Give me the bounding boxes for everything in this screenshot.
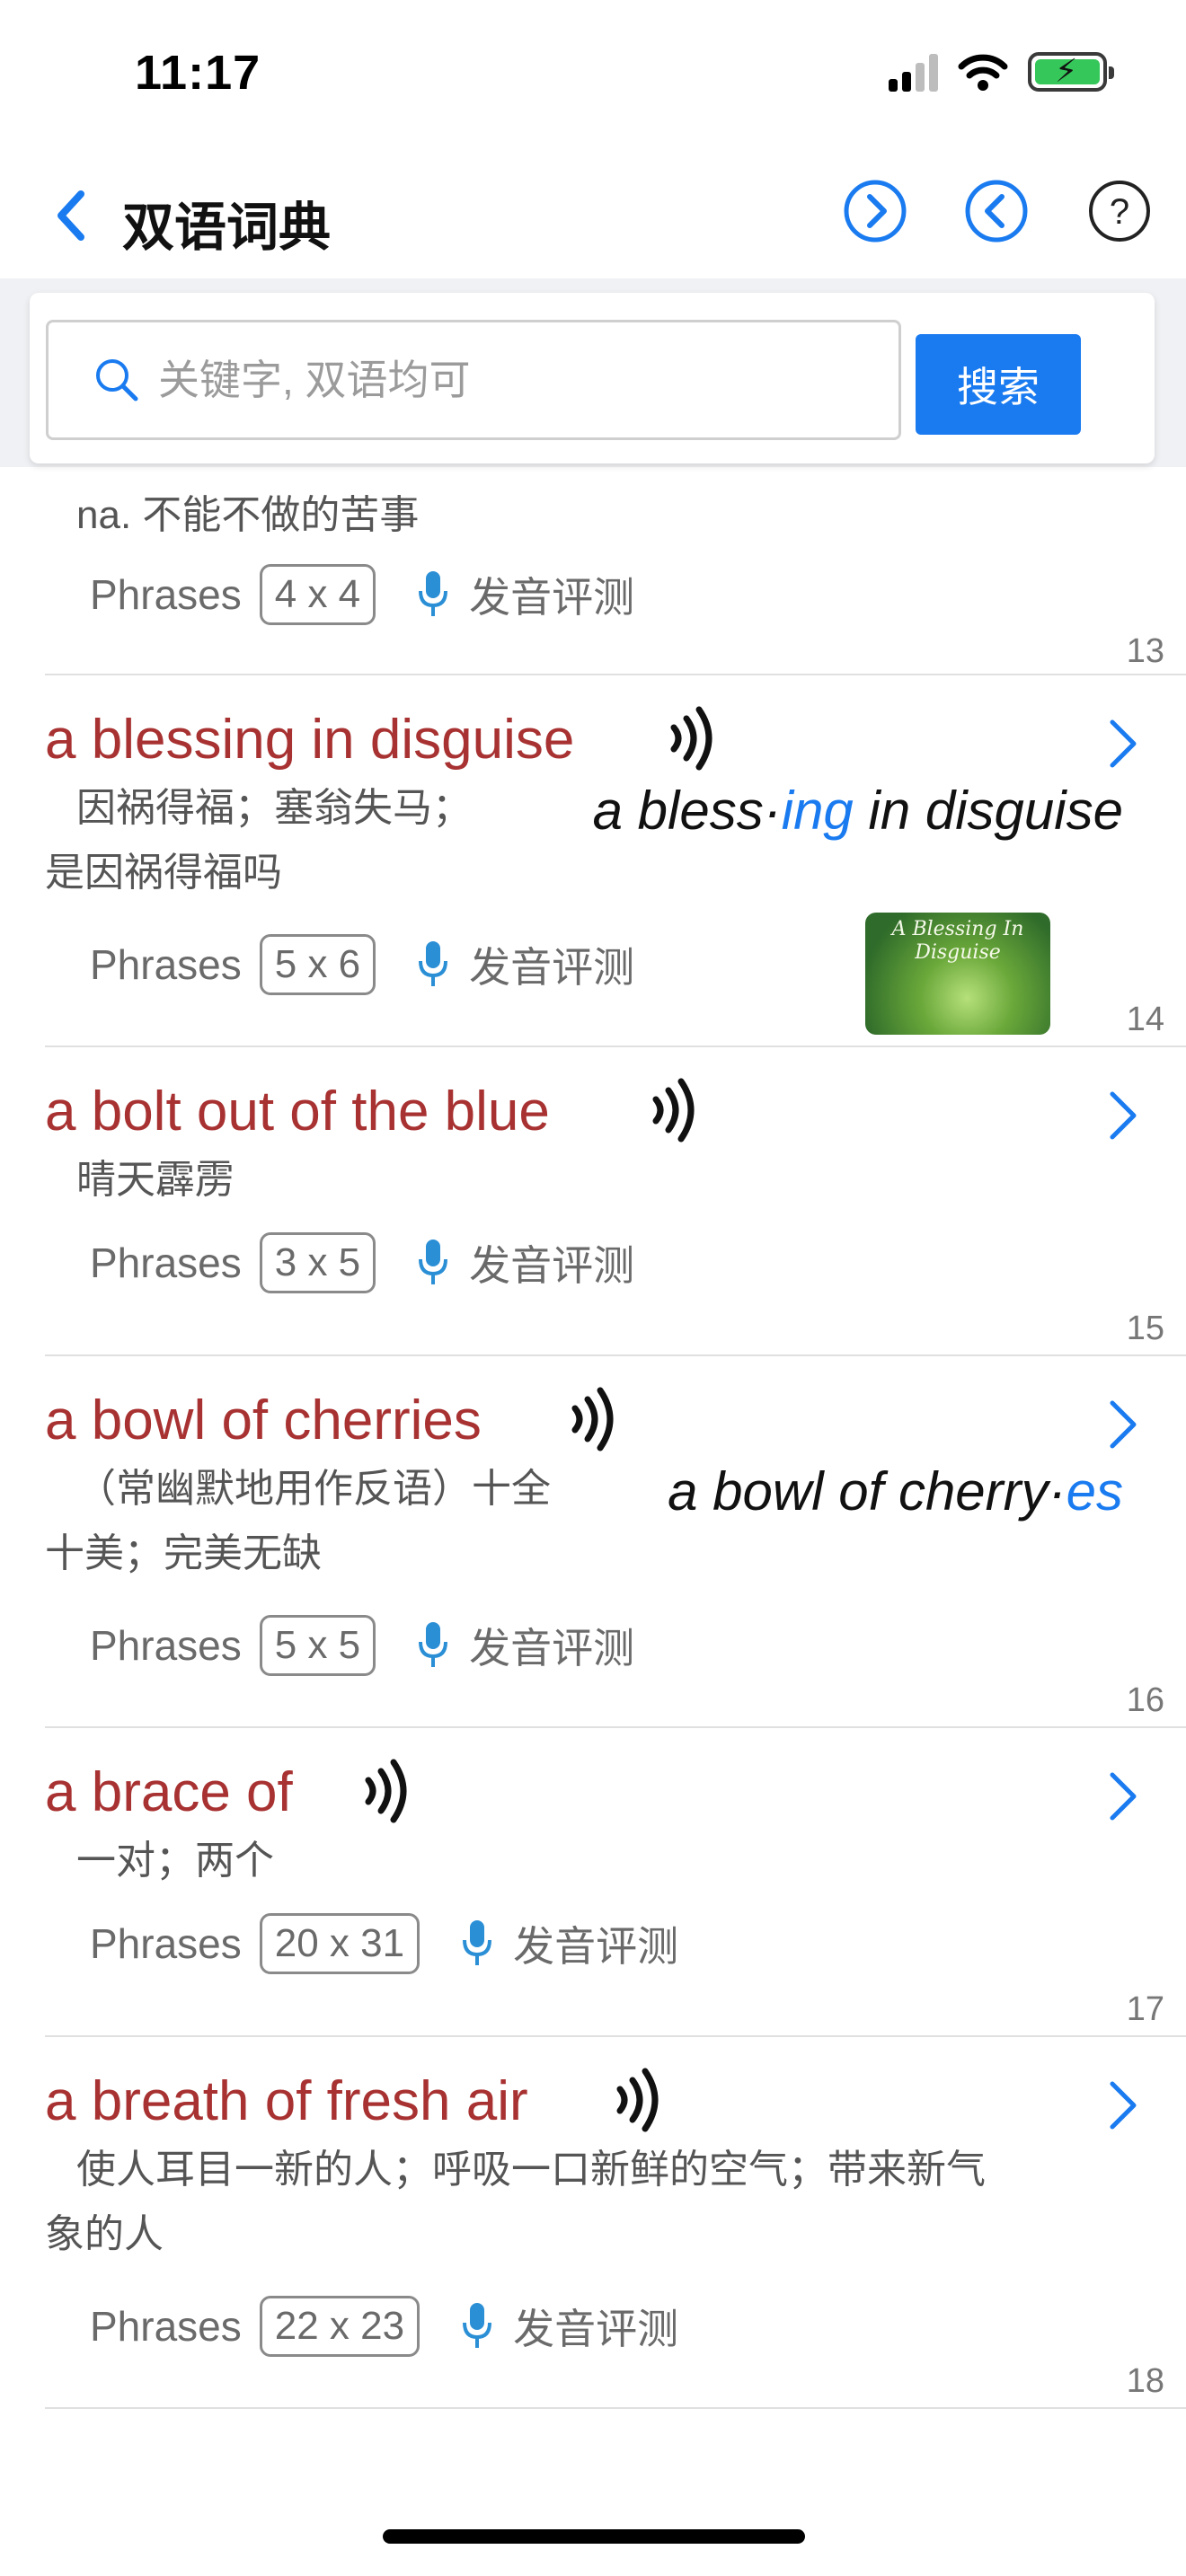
entry-title[interactable]: a breath of fresh air [45, 2069, 528, 2133]
search-icon [96, 359, 138, 401]
search-card: 搜索 [30, 293, 1155, 463]
entry-title[interactable]: a bowl of cherries [45, 1389, 482, 1452]
category-label: Phrases [90, 941, 242, 988]
list-item[interactable]: a bolt out of the blue 晴天霹雳 Phrases 3 x … [45, 1047, 1186, 1356]
entry-meaning-continued: 是因祸得福吗 [45, 851, 282, 895]
search-input[interactable] [158, 356, 877, 404]
size-badge: 5 x 6 [259, 934, 376, 995]
category-label: Phrases [90, 2303, 242, 2350]
category-label: Phrases [90, 1622, 242, 1669]
help-circle-icon[interactable]: ? [1087, 179, 1152, 243]
entry-meaning-continued: 十美；完美无缺 [45, 1531, 322, 1575]
entry-tags: Phrases 5 x 5 发音评测 [90, 1615, 634, 1676]
size-badge: 5 x 5 [259, 1615, 376, 1676]
entry-tags: Phrases 22 x 23 发音评测 [90, 2296, 678, 2357]
entry-meaning: na. 不能不做的苦事 [76, 493, 420, 537]
hyphenation: a bless·ing in disguise [593, 780, 1123, 842]
status-time: 11:17 [135, 46, 261, 100]
size-badge: 3 x 5 [259, 1232, 376, 1293]
entry-tags: Phrases 20 x 31 发音评测 [90, 1913, 678, 1974]
microphone-icon[interactable] [415, 940, 451, 990]
chevron-right-icon[interactable] [1105, 715, 1141, 772]
size-badge: 22 x 23 [259, 2296, 420, 2357]
page-title: 双语词典 [122, 198, 332, 257]
thumbnail-caption: A Blessing In Disguise [891, 918, 1024, 964]
entry-meaning: 一对；两个 [76, 1839, 274, 1883]
category-label: Phrases [90, 1920, 242, 1967]
status-icons: ⚡ [889, 52, 1114, 92]
entry-list[interactable]: na. 不能不做的苦事 Phrases 4 x 4 发音评测 13 a bles… [0, 467, 1186, 2470]
search-field[interactable] [46, 320, 901, 440]
entry-meaning-continued: 象的人 [45, 2212, 164, 2256]
entry-tags: Phrases 4 x 4 发音评测 [90, 564, 634, 625]
size-badge: 20 x 31 [259, 1913, 420, 1974]
cellular-signal-icon [889, 52, 938, 92]
size-badge: 4 x 4 [259, 564, 376, 625]
entry-title[interactable]: a brace of [45, 1760, 293, 1824]
microphone-icon[interactable] [459, 1919, 495, 1969]
microphone-icon[interactable] [459, 2301, 495, 2351]
chevron-left-icon[interactable] [47, 180, 101, 251]
entry-title[interactable]: a bolt out of the blue [45, 1080, 550, 1143]
list-item[interactable]: a bowl of cherries （常幽默地用作反语）十全 十美；完美无缺 … [45, 1356, 1186, 1728]
entry-number: 18 [1126, 2362, 1164, 2400]
entry-number: 17 [1126, 1990, 1164, 2028]
pronunciation-eval-link[interactable]: 发音评测 [469, 565, 634, 624]
search-button[interactable]: 搜索 [916, 334, 1081, 435]
category-label: Phrases [90, 571, 242, 618]
chevron-right-icon[interactable] [1105, 1396, 1141, 1453]
speaker-icon[interactable] [359, 1757, 419, 1825]
entry-thumbnail[interactable]: A Blessing In Disguise [865, 913, 1050, 1035]
microphone-icon[interactable] [415, 1238, 451, 1288]
chevron-right-icon[interactable] [1105, 1768, 1141, 1825]
svg-text:?: ? [1110, 192, 1129, 232]
hyphenation-highlight: es [1066, 1461, 1123, 1522]
microphone-icon[interactable] [415, 569, 451, 620]
home-indicator[interactable] [383, 2529, 805, 2544]
entry-tags: Phrases 3 x 5 发音评测 [90, 1232, 634, 1293]
wifi-icon [958, 54, 1008, 91]
battery-icon: ⚡ [1028, 52, 1114, 92]
list-item[interactable]: a breath of fresh air 使人耳目一新的人；呼吸一口新鲜的空气… [45, 2037, 1186, 2409]
list-item[interactable]: a brace of 一对；两个 Phrases 20 x 31 发音评测 17 [45, 1728, 1186, 2037]
entry-meaning: 使人耳目一新的人；呼吸一口新鲜的空气；带来新气 [76, 2148, 986, 2192]
hyphenation-part: a bowl of cherry· [668, 1461, 1067, 1522]
circle-chevron-left-icon[interactable] [964, 179, 1029, 243]
speaker-icon[interactable] [611, 2066, 670, 2134]
entry-meaning: 晴天霹雳 [76, 1158, 235, 1202]
pronunciation-eval-link[interactable]: 发音评测 [513, 1914, 678, 1973]
hyphenation-highlight: ing [781, 781, 854, 841]
hyphenation-part: in disguise [853, 781, 1123, 841]
list-item[interactable]: a blessing in disguise 因祸得福；塞翁失马； 是因祸得福吗… [45, 675, 1186, 1047]
list-item[interactable]: na. 不能不做的苦事 Phrases 4 x 4 发音评测 13 [45, 467, 1186, 675]
chevron-right-icon[interactable] [1105, 1087, 1141, 1144]
speaker-icon[interactable] [647, 1076, 706, 1144]
pronunciation-eval-link[interactable]: 发音评测 [469, 1616, 634, 1675]
entry-title[interactable]: a blessing in disguise [45, 708, 574, 772]
entry-number: 16 [1126, 1681, 1164, 1719]
entry-number: 14 [1126, 1001, 1164, 1038]
entry-number: 13 [1126, 632, 1164, 670]
speaker-icon[interactable] [665, 704, 724, 772]
category-label: Phrases [90, 1239, 242, 1286]
speaker-icon[interactable] [566, 1385, 625, 1453]
entry-number: 15 [1126, 1310, 1164, 1347]
hyphenation-part: a bless· [592, 781, 782, 841]
search-section: 搜索 [0, 278, 1186, 467]
pronunciation-eval-link[interactable]: 发音评测 [469, 1233, 634, 1292]
navigation-bar: 双语词典 ? [0, 153, 1186, 278]
chevron-right-icon[interactable] [1105, 2077, 1141, 2134]
status-bar: 11:17 ⚡ [0, 0, 1186, 153]
entry-tags: Phrases 5 x 6 发音评测 [90, 934, 634, 995]
hyphenation: a bowl of cherry·es [668, 1460, 1123, 1522]
pronunciation-eval-link[interactable]: 发音评测 [513, 2297, 678, 2356]
circle-chevron-right-icon[interactable] [843, 179, 907, 243]
microphone-icon[interactable] [415, 1620, 451, 1671]
pronunciation-eval-link[interactable]: 发音评测 [469, 935, 634, 994]
